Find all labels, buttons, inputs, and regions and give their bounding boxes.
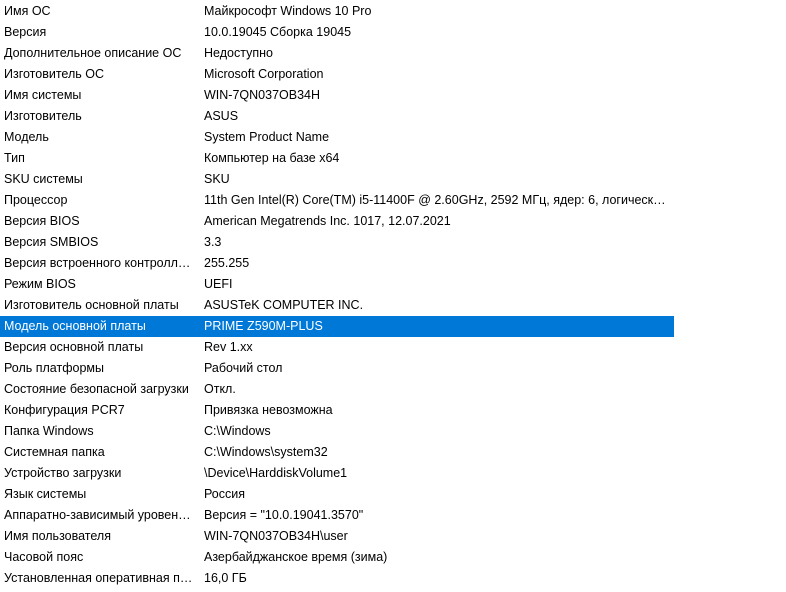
list-item[interactable]: Версия SMBIOS 3.3 xyxy=(0,232,786,253)
item-name: Системная папка xyxy=(4,445,105,459)
item-name: Изготовитель ОС xyxy=(4,67,104,81)
item-value: 10.0.19045 Сборка 19045 xyxy=(204,25,352,39)
item-name: Версия xyxy=(4,25,47,39)
item-value: Привязка невозможна xyxy=(204,403,333,417)
item-name: Часовой пояс xyxy=(4,550,84,564)
item-value: SKU xyxy=(204,172,230,186)
list-item[interactable]: Версия BIOS American Megatrends Inc. 1017… xyxy=(0,211,786,232)
item-value: UEFI xyxy=(204,277,233,291)
list-item[interactable]: Аппаратно-зависимый уровень (HAL) Версия … xyxy=(0,505,786,526)
item-name: Имя пользователя xyxy=(4,529,111,543)
item-value: PRIME Z590M-PLUS xyxy=(204,319,323,333)
item-value: C:\Windows\system32 xyxy=(204,445,328,459)
list-item[interactable]: Версия основной платы Rev 1.xx xyxy=(0,337,786,358)
item-name: Дополнительное описание ОС xyxy=(4,46,182,60)
list-item[interactable]: Состояние безопасной загрузки Откл. xyxy=(0,379,786,400)
item-name: Конфигурация PCR7 xyxy=(4,403,125,417)
item-name: Установленная оперативная память (RAM) xyxy=(4,571,197,585)
list-item[interactable]: Имя системы WIN-7QN037OB34H xyxy=(0,85,786,106)
item-value: Версия = "10.0.19041.3570" xyxy=(204,508,364,522)
item-name: Аппаратно-зависимый уровень (HAL) xyxy=(4,508,197,522)
list-item[interactable]: Конфигурация PCR7 Привязка невозможна xyxy=(0,400,786,421)
item-value: ASUS xyxy=(204,109,239,123)
item-name: Версия BIOS xyxy=(4,214,80,228)
list-item[interactable]: Устройство загрузки \Device\HarddiskVolum… xyxy=(0,463,786,484)
item-name: Устройство загрузки xyxy=(4,466,122,480)
item-value: Компьютер на базе x64 xyxy=(204,151,340,165)
item-name: Тип xyxy=(4,151,25,165)
list-item[interactable]: Тип Компьютер на базе x64 xyxy=(0,148,786,169)
item-name: Версия SMBIOS xyxy=(4,235,99,249)
item-name: Модель xyxy=(4,130,49,144)
item-name: Папка Windows xyxy=(4,424,94,438)
item-value: Рабочий стол xyxy=(204,361,283,375)
list-item[interactable]: Язык системы Россия xyxy=(0,484,786,505)
list-item[interactable]: Изготовитель ASUS xyxy=(0,106,786,127)
item-value: WIN-7QN037OB34H\user xyxy=(204,529,348,543)
item-value: ASUSTeK COMPUTER INC. xyxy=(204,298,364,312)
list-item[interactable]: Процессор 11th Gen Intel(R) Core(TM) i5-1… xyxy=(0,190,786,211)
list-item[interactable]: Изготовитель ОС Microsoft Corporation xyxy=(0,64,786,85)
item-value: Rev 1.xx xyxy=(204,340,253,354)
list-item[interactable]: Имя пользователя WIN-7QN037OB34H\user xyxy=(0,526,786,547)
item-name: Изготовитель основной платы xyxy=(4,298,179,312)
item-value: 11th Gen Intel(R) Core(TM) i5-11400F @ 2… xyxy=(204,193,666,207)
list-item-selected[interactable]: Модель основной платы PRIME Z590M-PLUS xyxy=(0,316,674,337)
item-name: Состояние безопасной загрузки xyxy=(4,382,189,396)
list-item[interactable]: Часовой пояс Азербайджанское время (зима) xyxy=(0,547,786,568)
item-value: Майкрософт Windows 10 Pro xyxy=(204,4,372,18)
list-item[interactable]: Версия встроенного контроллера 255.255 xyxy=(0,253,786,274)
item-name: Версия встроенного контроллера xyxy=(4,256,197,270)
item-name: Режим BIOS xyxy=(4,277,76,291)
item-name: Роль платформы xyxy=(4,361,104,375)
item-name: Модель основной платы xyxy=(4,319,146,333)
list-item[interactable]: Установленная оперативная память (RAM) 16… xyxy=(0,568,786,589)
item-value: 3.3 xyxy=(204,235,222,249)
item-value: Недоступно xyxy=(204,46,273,60)
list-item[interactable]: Системная папка C:\Windows\system32 xyxy=(0,442,786,463)
item-value: 255.255 xyxy=(204,256,250,270)
item-name: Имя системы xyxy=(4,88,82,102)
item-value: Откл. xyxy=(204,382,236,396)
item-name: Версия основной платы xyxy=(4,340,144,354)
list-item[interactable]: SKU системы SKU xyxy=(0,169,786,190)
item-value: American Megatrends Inc. 1017, 12.07.202… xyxy=(204,214,451,228)
item-value: Россия xyxy=(204,487,245,501)
list-item[interactable]: Папка Windows C:\Windows xyxy=(0,421,786,442)
list-item[interactable]: Режим BIOS UEFI xyxy=(0,274,786,295)
list-item[interactable]: Изготовитель основной платы ASUSTeK COMPU… xyxy=(0,295,786,316)
list-item[interactable]: Дополнительное описание ОС Недоступно xyxy=(0,43,786,64)
item-name: Язык системы xyxy=(4,487,87,501)
list-item[interactable]: Модель System Product Name xyxy=(0,127,786,148)
item-value: \Device\HarddiskVolume1 xyxy=(204,466,348,480)
system-summary-list: Имя ОС Майкрософт Windows 10 Pro Версия 10.… xyxy=(0,1,786,589)
item-name: Имя ОС xyxy=(4,4,51,18)
list-item[interactable]: Роль платформы Рабочий стол xyxy=(0,358,786,379)
item-name: Изготовитель xyxy=(4,109,82,123)
list-item[interactable]: Версия 10.0.19045 Сборка 19045 xyxy=(0,22,786,43)
item-name: Процессор xyxy=(4,193,68,207)
item-value: System Product Name xyxy=(204,130,330,144)
item-value: Microsoft Corporation xyxy=(204,67,324,81)
item-value: Азербайджанское время (зима) xyxy=(204,550,388,564)
item-value: WIN-7QN037OB34H xyxy=(204,88,321,102)
item-value: 16,0 ГБ xyxy=(204,571,247,585)
item-value: C:\Windows xyxy=(204,424,271,438)
item-name: SKU системы xyxy=(4,172,83,186)
list-item[interactable]: Имя ОС Майкрософт Windows 10 Pro xyxy=(0,1,786,22)
